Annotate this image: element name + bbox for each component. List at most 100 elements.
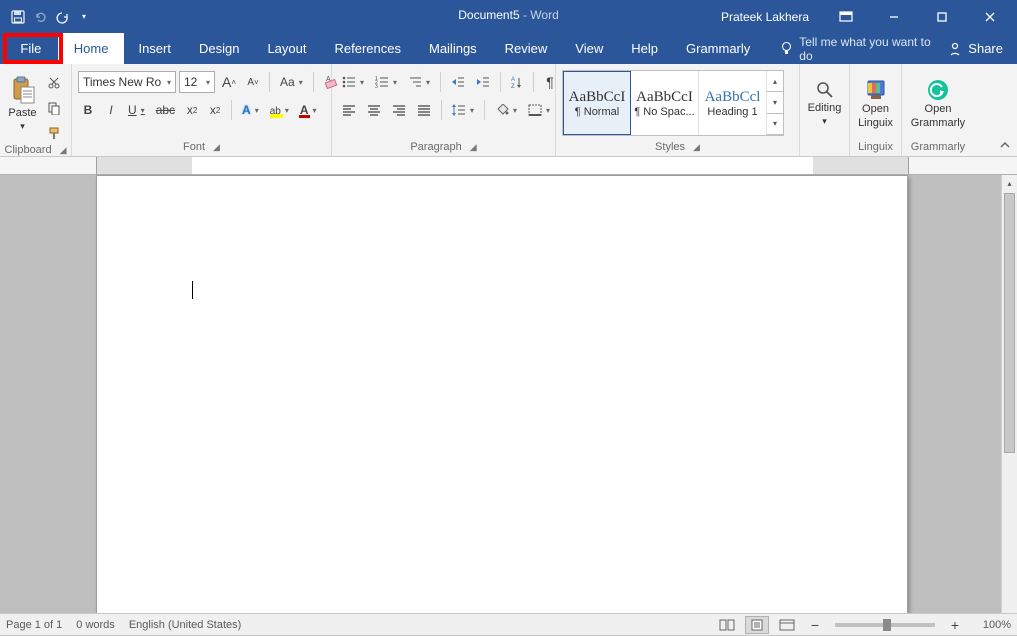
print-layout-view-button[interactable] <box>745 616 769 634</box>
grow-font-button[interactable]: A˄ <box>218 71 240 93</box>
collapse-ribbon-icon[interactable] <box>999 63 1011 156</box>
align-right-button[interactable] <box>388 99 410 121</box>
page-scroll-region[interactable] <box>0 175 1001 613</box>
styles-launcher-icon[interactable]: ◢ <box>693 142 700 153</box>
maximize-button[interactable] <box>919 0 965 33</box>
style-heading1[interactable]: AaBbCcl Heading 1 <box>699 71 767 135</box>
decrease-indent-button[interactable] <box>447 71 469 93</box>
scroll-up-icon[interactable]: ▴ <box>1002 175 1017 191</box>
read-mode-view-button[interactable] <box>715 616 739 634</box>
text-effects-button[interactable]: A▾ <box>238 99 263 121</box>
paste-button[interactable]: Paste ▾ <box>6 70 39 136</box>
zoom-out-button[interactable]: − <box>805 614 825 636</box>
paragraph-launcher-icon[interactable]: ◢ <box>470 142 477 153</box>
bullets-button[interactable]: ▾ <box>338 71 368 93</box>
open-linguix-button[interactable]: Open Linguix <box>856 70 895 138</box>
font-color-icon: A <box>300 103 309 117</box>
style-nospacing[interactable]: AaBbCcI ¶ No Spac... <box>631 71 699 135</box>
user-name[interactable]: Prateek Lakhera <box>709 10 821 24</box>
sort-button[interactable]: AZ <box>507 71 527 93</box>
superscript-button[interactable]: x2 <box>205 99 225 121</box>
group-editing: Editing ▾ <box>800 64 850 156</box>
status-language[interactable]: English (United States) <box>129 619 242 631</box>
tab-review[interactable]: Review <box>491 33 562 64</box>
shading-button[interactable]: ▾ <box>491 99 521 121</box>
align-left-button[interactable] <box>338 99 360 121</box>
shrink-font-button[interactable]: A˅ <box>243 71 263 93</box>
minimize-button[interactable] <box>871 0 917 33</box>
decrease-indent-icon <box>451 76 465 88</box>
tab-help[interactable]: Help <box>617 33 672 64</box>
font-size-input[interactable]: 12▾ <box>179 71 215 93</box>
format-painter-button[interactable] <box>43 122 65 144</box>
svg-text:Z: Z <box>511 84 515 88</box>
read-mode-icon <box>719 619 735 631</box>
status-page[interactable]: Page 1 of 1 <box>6 619 62 631</box>
zoom-level[interactable]: 100% <box>971 619 1011 631</box>
app-name: Word <box>530 8 558 22</box>
tab-insert[interactable]: Insert <box>124 33 185 64</box>
tab-mailings[interactable]: Mailings <box>415 33 491 64</box>
copy-button[interactable] <box>43 97 65 119</box>
text-cursor <box>192 281 193 299</box>
cut-button[interactable] <box>43 72 65 94</box>
ribbon-display-icon[interactable] <box>823 0 869 33</box>
share-button[interactable]: Share <box>934 33 1017 64</box>
underline-button[interactable]: U▾ <box>124 99 149 121</box>
close-button[interactable] <box>967 0 1013 33</box>
save-icon[interactable] <box>10 9 26 25</box>
font-name-input[interactable]: Times New Ro▾ <box>78 71 176 93</box>
scroll-thumb[interactable] <box>1004 193 1015 453</box>
tab-view[interactable]: View <box>561 33 617 64</box>
style-name: ¶ No Spac... <box>634 106 694 118</box>
horizontal-ruler[interactable] <box>0 157 1017 175</box>
italic-button[interactable]: I <box>101 99 121 121</box>
highlight-button[interactable]: ab▾ <box>266 99 293 121</box>
undo-icon[interactable] <box>32 9 48 25</box>
borders-button[interactable]: ▾ <box>524 99 554 121</box>
web-layout-view-button[interactable] <box>775 616 799 634</box>
font-launcher-icon[interactable]: ◢ <box>213 142 220 153</box>
strike-button[interactable]: abc <box>152 99 179 121</box>
style-normal[interactable]: AaBbCcI ¶ Normal <box>563 71 631 135</box>
tab-references[interactable]: References <box>321 33 415 64</box>
multilevel-icon <box>408 76 422 88</box>
multilevel-button[interactable]: ▾ <box>404 71 434 93</box>
align-left-icon <box>342 104 356 116</box>
style-up-icon[interactable]: ▴ <box>767 71 783 92</box>
tab-grammarly[interactable]: Grammarly <box>672 33 764 64</box>
clipboard-launcher-icon[interactable]: ◢ <box>60 145 67 156</box>
tab-design[interactable]: Design <box>185 33 253 64</box>
tab-file[interactable]: File <box>6 33 56 64</box>
align-center-button[interactable] <box>363 99 385 121</box>
tell-me-search[interactable]: Tell me what you want to do <box>764 33 934 64</box>
line-spacing-button[interactable]: ▾ <box>448 99 478 121</box>
qat-dropdown-icon[interactable]: ▾ <box>76 9 92 25</box>
open-grammarly-button[interactable]: Open Grammarly <box>908 70 968 138</box>
change-case-button[interactable]: Aa▾ <box>276 71 307 93</box>
font-color-button[interactable]: A▾ <box>296 99 321 121</box>
document-page[interactable] <box>96 175 908 613</box>
numbering-button[interactable]: 123▾ <box>371 71 401 93</box>
subscript-button[interactable]: x2 <box>182 99 202 121</box>
zoom-slider[interactable] <box>835 623 935 627</box>
redo-icon[interactable] <box>54 9 70 25</box>
style-down-icon[interactable]: ▾ <box>767 92 783 113</box>
ribbon: Paste ▾ <box>0 64 1017 157</box>
tab-layout[interactable]: Layout <box>253 33 320 64</box>
chevron-down-icon: ▾ <box>167 78 171 87</box>
status-words[interactable]: 0 words <box>76 619 115 631</box>
vertical-scrollbar[interactable]: ▴ <box>1001 175 1017 613</box>
zoom-slider-knob[interactable] <box>883 619 891 631</box>
linguix-group-label: Linguix <box>858 141 893 153</box>
editing-button[interactable]: Editing ▾ <box>806 70 843 136</box>
web-layout-icon <box>779 619 795 631</box>
increase-indent-button[interactable] <box>472 71 494 93</box>
line-spacing-icon <box>452 104 466 116</box>
style-more-icon[interactable]: ▾ <box>767 114 783 135</box>
justify-button[interactable] <box>413 99 435 121</box>
zoom-in-button[interactable]: + <box>945 614 965 636</box>
style-gallery-spinner[interactable]: ▴ ▾ ▾ <box>767 71 783 135</box>
tab-home[interactable]: Home <box>58 33 125 64</box>
bold-button[interactable]: B <box>78 99 98 121</box>
